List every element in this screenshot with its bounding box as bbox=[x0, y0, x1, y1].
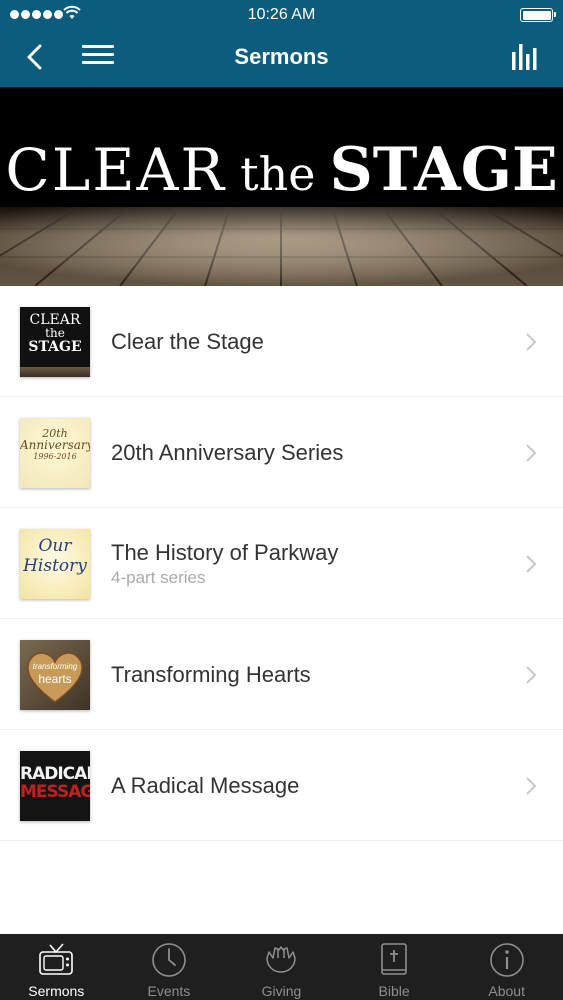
bible-icon bbox=[381, 943, 407, 975]
navigation-bar: Sermons bbox=[0, 30, 563, 87]
app-screen: 10:26 AM Sermons CLEAR the STAGE CLEAR t… bbox=[0, 0, 563, 1000]
list-item[interactable]: Our History The History of Parkway 4-par… bbox=[0, 508, 563, 619]
list-item[interactable]: RADICAL MESSAGE A Radical Message bbox=[0, 730, 563, 841]
tab-label: Giving bbox=[261, 983, 302, 999]
sermon-title: Transforming Hearts bbox=[111, 661, 311, 687]
status-time: 10:26 AM bbox=[247, 6, 316, 23]
status-bar: 10:26 AM bbox=[0, 0, 563, 30]
banner-word-clear: CLEAR bbox=[5, 136, 227, 204]
chevron-right-icon bbox=[526, 555, 537, 573]
audio-levels-icon[interactable] bbox=[511, 42, 541, 70]
chevron-right-icon bbox=[526, 777, 537, 795]
page-title: Sermons bbox=[234, 44, 329, 69]
chevron-right-icon bbox=[526, 444, 537, 462]
sermon-title: 20th Anniversary Series bbox=[111, 439, 344, 465]
sermon-thumbnail: CLEAR the STAGE bbox=[20, 307, 90, 377]
tab-label: Bible bbox=[378, 983, 410, 999]
sermon-title: The History of Parkway bbox=[111, 539, 339, 565]
sermon-thumbnail: RADICAL MESSAGE bbox=[20, 751, 90, 821]
banner-title: CLEAR the STAGE bbox=[0, 135, 563, 205]
sermon-thumbnail: Our History bbox=[20, 529, 90, 599]
tab-label: Events bbox=[147, 983, 191, 999]
list-item[interactable]: 20th Anniversary 1996-2016 20th Annivers… bbox=[0, 397, 563, 508]
top-bar: 10:26 AM Sermons bbox=[0, 0, 563, 87]
tab-label: Sermons bbox=[28, 983, 85, 999]
chevron-right-icon bbox=[526, 666, 537, 684]
list-item[interactable]: transforming hearts Transforming Hearts bbox=[0, 619, 563, 730]
battery-icon bbox=[520, 8, 556, 22]
clock-icon bbox=[152, 943, 186, 977]
wood-floor-image bbox=[0, 207, 563, 286]
sermon-thumbnail: 20th Anniversary 1996-2016 bbox=[20, 418, 90, 488]
sermon-title: A Radical Message bbox=[111, 772, 300, 798]
tab-events[interactable]: Events bbox=[113, 934, 226, 1000]
sermon-title: Clear the Stage bbox=[111, 328, 264, 354]
banner-word-the: the bbox=[240, 147, 316, 201]
tab-bar: Sermons Events Giving Bible About bbox=[0, 934, 563, 1000]
banner-word-stage: STAGE bbox=[329, 135, 558, 205]
series-banner: CLEAR the STAGE bbox=[0, 87, 563, 286]
list-item[interactable]: CLEAR the STAGE Clear the Stage bbox=[0, 286, 563, 397]
tab-about[interactable]: About bbox=[450, 934, 563, 1000]
tab-giving[interactable]: Giving bbox=[225, 934, 338, 1000]
tab-bible[interactable]: Bible bbox=[338, 934, 451, 1000]
tab-label: About bbox=[488, 983, 525, 999]
sermon-subtitle: 4-part series bbox=[111, 567, 206, 587]
tv-icon bbox=[39, 943, 74, 975]
tab-sermons[interactable]: Sermons bbox=[0, 934, 113, 1000]
chevron-right-icon bbox=[526, 333, 537, 351]
praying-hands-icon bbox=[266, 946, 297, 973]
sermon-thumbnail: transforming hearts bbox=[20, 640, 90, 710]
info-icon bbox=[489, 943, 524, 977]
sermon-list: CLEAR the STAGE Clear the Stage 20th Ann… bbox=[0, 286, 563, 841]
